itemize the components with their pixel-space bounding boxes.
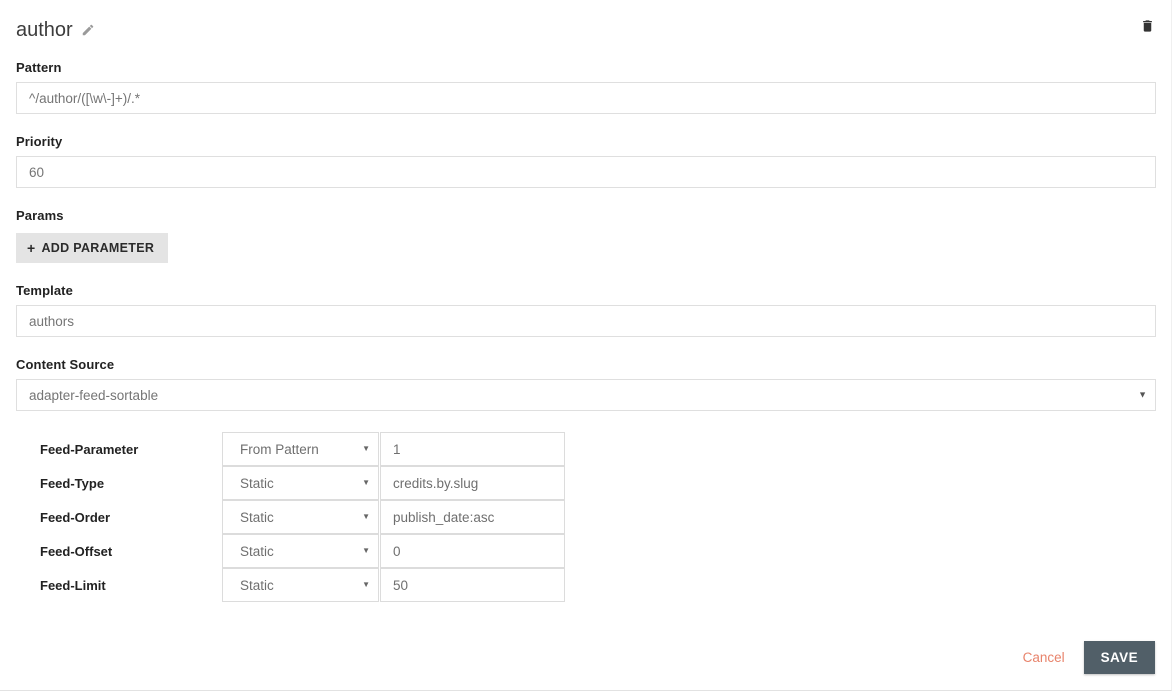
feed-type-select-wrapper: Static ▼ <box>222 534 379 568</box>
table-row: Feed-Order Static ▼ <box>16 500 566 534</box>
feed-row-label: Feed-Order <box>40 509 111 525</box>
template-input[interactable] <box>16 305 1156 337</box>
table-row: Feed-Parameter From Pattern ▼ <box>16 432 566 466</box>
template-label: Template <box>16 283 73 298</box>
trash-icon <box>1140 17 1155 38</box>
feed-type-select-wrapper: From Pattern ▼ <box>222 432 379 466</box>
feed-parameters-table: Feed-Parameter From Pattern ▼ Feed-Type <box>16 432 566 602</box>
plus-icon: + <box>27 240 36 256</box>
feed-row-label: Feed-Offset <box>40 543 113 559</box>
feed-parameters-body: Feed-Parameter From Pattern ▼ Feed-Type <box>16 432 566 602</box>
feed-source-select[interactable]: Static <box>222 500 379 534</box>
pattern-label: Pattern <box>16 60 62 75</box>
card-header: author <box>16 0 1155 41</box>
feed-value-input[interactable] <box>380 500 565 534</box>
content-source-select[interactable]: adapter-feed-sortable <box>16 379 1156 411</box>
feed-type-select-wrapper: Static ▼ <box>222 466 379 500</box>
add-parameter-button[interactable]: + ADD PARAMETER <box>16 233 169 263</box>
table-row: Feed-Limit Static ▼ <box>16 568 566 602</box>
pencil-icon[interactable] <box>81 23 95 37</box>
feed-value-input[interactable] <box>380 534 565 568</box>
add-parameter-label: ADD PARAMETER <box>41 241 155 255</box>
params-label: Params <box>16 208 64 223</box>
feed-source-select[interactable]: From Pattern <box>222 432 379 466</box>
save-button[interactable]: SAVE <box>1083 641 1155 674</box>
priority-input[interactable] <box>16 156 1156 188</box>
table-row: Feed-Type Static ▼ <box>16 466 566 500</box>
feed-row-label: Feed-Limit <box>40 577 106 593</box>
pattern-input[interactable] <box>16 82 1156 114</box>
feed-type-select-wrapper: Static ▼ <box>222 568 379 602</box>
table-row: Feed-Offset Static ▼ <box>16 534 566 568</box>
feed-value-input[interactable] <box>380 432 565 466</box>
feed-source-select[interactable]: Static <box>222 466 379 500</box>
page-title: author <box>16 18 73 41</box>
cancel-button[interactable]: Cancel <box>1017 646 1071 669</box>
feed-type-select-wrapper: Static ▼ <box>222 500 379 534</box>
route-config-card: author Pattern Priority Params + ADD PAR… <box>0 0 1172 691</box>
content-source-select-wrapper: adapter-feed-sortable ▼ <box>16 379 1156 411</box>
feed-row-label: Feed-Parameter <box>40 441 139 457</box>
feed-value-input[interactable] <box>380 466 565 500</box>
card-footer: Cancel SAVE <box>1017 641 1155 674</box>
priority-label: Priority <box>16 134 63 149</box>
content-source-label: Content Source <box>16 357 115 372</box>
delete-button[interactable] <box>1137 16 1157 38</box>
feed-value-input[interactable] <box>380 568 565 602</box>
feed-source-select[interactable]: Static <box>222 568 379 602</box>
feed-source-select[interactable]: Static <box>222 534 379 568</box>
feed-row-label: Feed-Type <box>40 475 105 491</box>
